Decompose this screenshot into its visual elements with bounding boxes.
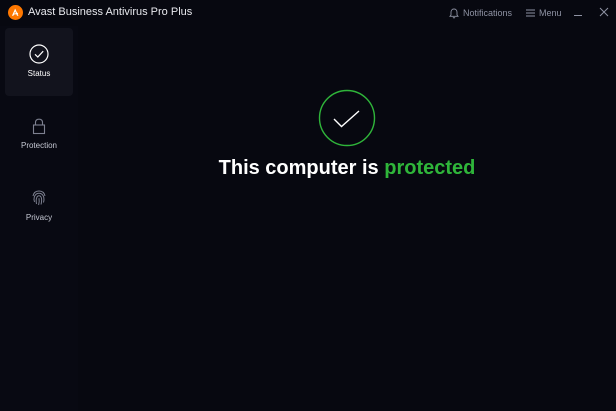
sidebar-item-status[interactable]: Status [5,28,73,96]
sidebar: Status Protection Privacy [0,26,78,411]
app-window: Avast Business Antivirus Pro Plus Notifi… [0,0,616,411]
status-panel: This computer is protected [78,26,616,411]
menu-label: Menu [539,8,562,18]
checkmark-circle-icon [29,44,49,64]
notifications-button[interactable]: Notifications [449,6,512,20]
close-icon[interactable] [598,7,610,17]
fingerprint-icon [32,190,46,206]
app-title: Avast Business Antivirus Pro Plus [28,6,193,18]
status-word: protected [384,157,476,179]
title-bar: Avast Business Antivirus Pro Plus Notifi… [0,0,616,26]
protection-status-text: This computer is protected [78,156,616,180]
sidebar-item-label: Status [27,69,51,78]
avast-logo-icon [8,5,23,20]
status-prefix: This computer is [218,157,385,179]
hamburger-icon [526,9,535,17]
notifications-label: Notifications [463,8,513,18]
sidebar-item-label: Privacy [25,213,53,222]
minimize-icon[interactable] [572,7,584,17]
bell-icon [449,8,459,18]
sidebar-item-protection[interactable]: Protection [5,100,73,168]
menu-button[interactable]: Menu [526,6,562,20]
sidebar-item-label: Protection [20,141,58,150]
lock-icon [32,118,46,135]
checkmark-circle-icon [318,89,376,147]
sidebar-item-privacy[interactable]: Privacy [5,172,73,240]
